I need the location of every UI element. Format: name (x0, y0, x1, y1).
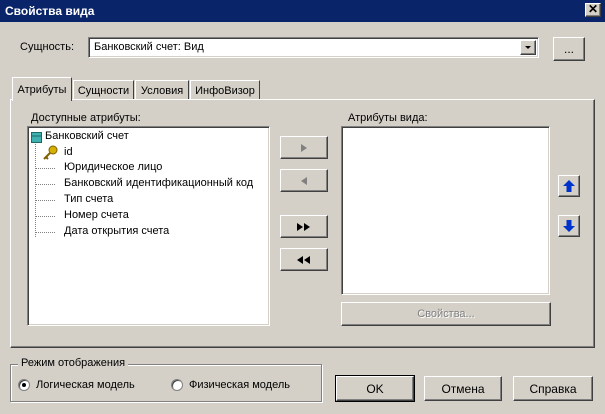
chevron-down-icon (525, 46, 531, 49)
logical-model-label: Логическая модель (36, 379, 135, 391)
add-attribute-button[interactable] (280, 136, 328, 159)
view-attributes-label: Атрибуты вида: (348, 112, 428, 124)
help-button[interactable]: Справка (513, 376, 593, 401)
tab-label: Атрибуты (17, 83, 67, 96)
double-arrow-left-icon (297, 255, 310, 264)
view-attributes-list[interactable] (341, 126, 550, 295)
key-icon (43, 145, 58, 160)
tree-item[interactable]: Банковский идентификационный код (64, 177, 253, 193)
physical-model-label: Физическая модель (189, 379, 290, 391)
arrow-down-icon (563, 220, 575, 232)
arrow-left-icon (301, 176, 307, 185)
tree-item[interactable]: Юридическое лицо (64, 161, 162, 177)
radio-icon (171, 379, 183, 391)
available-attributes-tree[interactable]: Банковский счет id Юридическое лицо Банк… (27, 126, 270, 326)
display-mode-label: Режим отображения (18, 357, 129, 369)
tree-item-label: Номер счета (64, 209, 129, 221)
close-button[interactable]: ✕ (585, 3, 601, 17)
tree-root-label: Банковский счет (45, 130, 129, 142)
tree-item-label: id (64, 146, 73, 158)
close-icon: ✕ (587, 2, 599, 16)
tree-item[interactable]: Номер счета (64, 209, 129, 225)
entity-combobox[interactable]: Банковский счет: Вид (88, 37, 539, 58)
entity-value: Банковский счет: Вид (94, 41, 204, 53)
tab-conditions[interactable]: Условия (135, 80, 189, 100)
ok-button[interactable]: OK (335, 375, 415, 402)
tab-panel: Доступные атрибуты: Банковский счет id Ю… (10, 99, 595, 348)
tree-line (35, 232, 55, 233)
cancel-button[interactable]: Отмена (424, 376, 502, 401)
entity-icon (31, 132, 42, 143)
radio-icon (18, 379, 30, 391)
tree-item-label: Банковский идентификационный код (64, 177, 254, 189)
arrow-right-icon (301, 143, 307, 152)
tree-line (35, 140, 36, 237)
tab-label: Условия (140, 84, 184, 97)
move-up-button[interactable] (558, 175, 580, 197)
tree-item-label: Тип счета (64, 193, 114, 205)
available-attributes-label: Доступные атрибуты: (31, 112, 141, 124)
tab-label: Сущности (77, 84, 130, 97)
remove-attribute-button[interactable] (280, 169, 328, 192)
entity-dropdown-button[interactable] (520, 40, 536, 55)
tab-attributes[interactable]: Атрибуты (12, 77, 72, 101)
properties-button[interactable]: Свойства... (341, 302, 551, 326)
move-down-button[interactable] (558, 215, 580, 237)
entity-label: Сущность: (20, 41, 75, 53)
tab-label: ИнфоВизор (195, 84, 255, 97)
tree-line (35, 184, 55, 185)
tree-line (35, 168, 55, 169)
add-all-attributes-button[interactable] (280, 215, 328, 238)
tree-line (35, 200, 55, 201)
tab-entities[interactable]: Сущности (73, 80, 134, 100)
window-title: Свойства вида (5, 4, 95, 18)
tree-item[interactable]: Тип счета (64, 193, 113, 209)
tree-line (35, 216, 55, 217)
arrow-up-icon (563, 180, 575, 192)
tab-infovisor[interactable]: ИнфоВизор (190, 80, 260, 100)
entity-browse-button[interactable]: ... (553, 37, 585, 61)
double-arrow-right-icon (297, 222, 310, 231)
tree-item-label: Дата открытия счета (64, 225, 170, 237)
title-bar: Свойства вида ✕ (0, 0, 605, 22)
tree-item-label: Юридическое лицо (64, 161, 163, 173)
tree-item[interactable]: Дата открытия счета (64, 225, 169, 241)
remove-all-attributes-button[interactable] (280, 248, 328, 271)
